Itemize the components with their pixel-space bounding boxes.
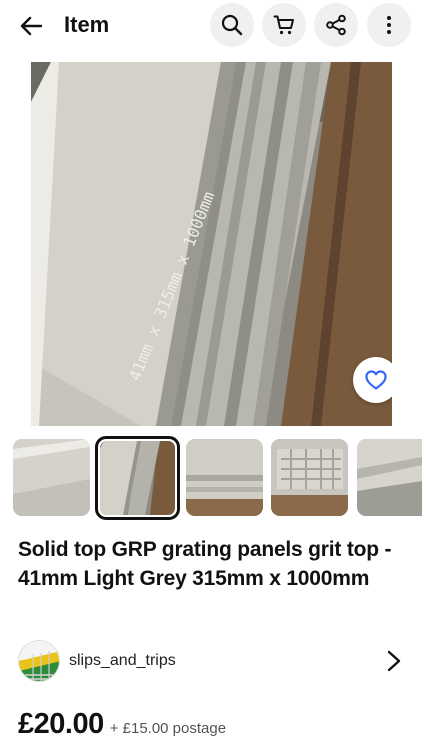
back-arrow-icon bbox=[20, 16, 42, 36]
more-vertical-icon bbox=[387, 16, 391, 34]
search-button[interactable] bbox=[210, 3, 254, 47]
search-icon bbox=[221, 14, 243, 36]
seller-logo-avatar bbox=[19, 641, 59, 681]
grating-panels-photo: 41mm x 315mm x 1000mm bbox=[31, 62, 392, 426]
cart-button[interactable] bbox=[262, 3, 306, 47]
page-title: Item bbox=[64, 12, 110, 37]
item-price: £20.00 bbox=[18, 708, 104, 740]
more-options-button[interactable] bbox=[367, 3, 411, 47]
thumbnail-2-selected[interactable] bbox=[95, 436, 180, 520]
thumbnail-1[interactable] bbox=[13, 439, 90, 516]
back-button[interactable] bbox=[12, 8, 50, 44]
thumbnail-5[interactable] bbox=[357, 439, 422, 516]
seller-avatar bbox=[18, 640, 60, 682]
price-row: £20.00 + £15.00 postage bbox=[18, 708, 226, 748]
main-product-image[interactable]: 41mm x 315mm x 1000mm bbox=[31, 62, 392, 426]
thumbnail-photo bbox=[357, 439, 422, 516]
thumbnail-photo bbox=[186, 439, 263, 516]
cart-icon bbox=[273, 15, 294, 35]
image-thumbnail-strip bbox=[0, 436, 422, 520]
listing-title: Solid top GRP grating panels grit top - … bbox=[18, 538, 392, 590]
top-app-bar: Item bbox=[0, 0, 422, 54]
seller-info-row[interactable]: slips_and_trips bbox=[18, 640, 410, 682]
thumbnail-photo bbox=[13, 439, 90, 516]
postage-cost: + £15.00 postage bbox=[109, 720, 227, 737]
thumbnail-photo bbox=[100, 441, 175, 515]
add-to-watchlist-button[interactable] bbox=[353, 357, 392, 403]
chevron-right-icon bbox=[387, 650, 401, 672]
seller-name: slips_and_trips bbox=[69, 652, 176, 669]
thumbnail-3[interactable] bbox=[186, 439, 263, 516]
share-icon bbox=[326, 14, 346, 36]
thumbnail-photo bbox=[271, 439, 348, 516]
share-button[interactable] bbox=[314, 3, 358, 47]
heart-outline-icon bbox=[365, 370, 387, 390]
thumbnail-4[interactable] bbox=[271, 439, 348, 516]
